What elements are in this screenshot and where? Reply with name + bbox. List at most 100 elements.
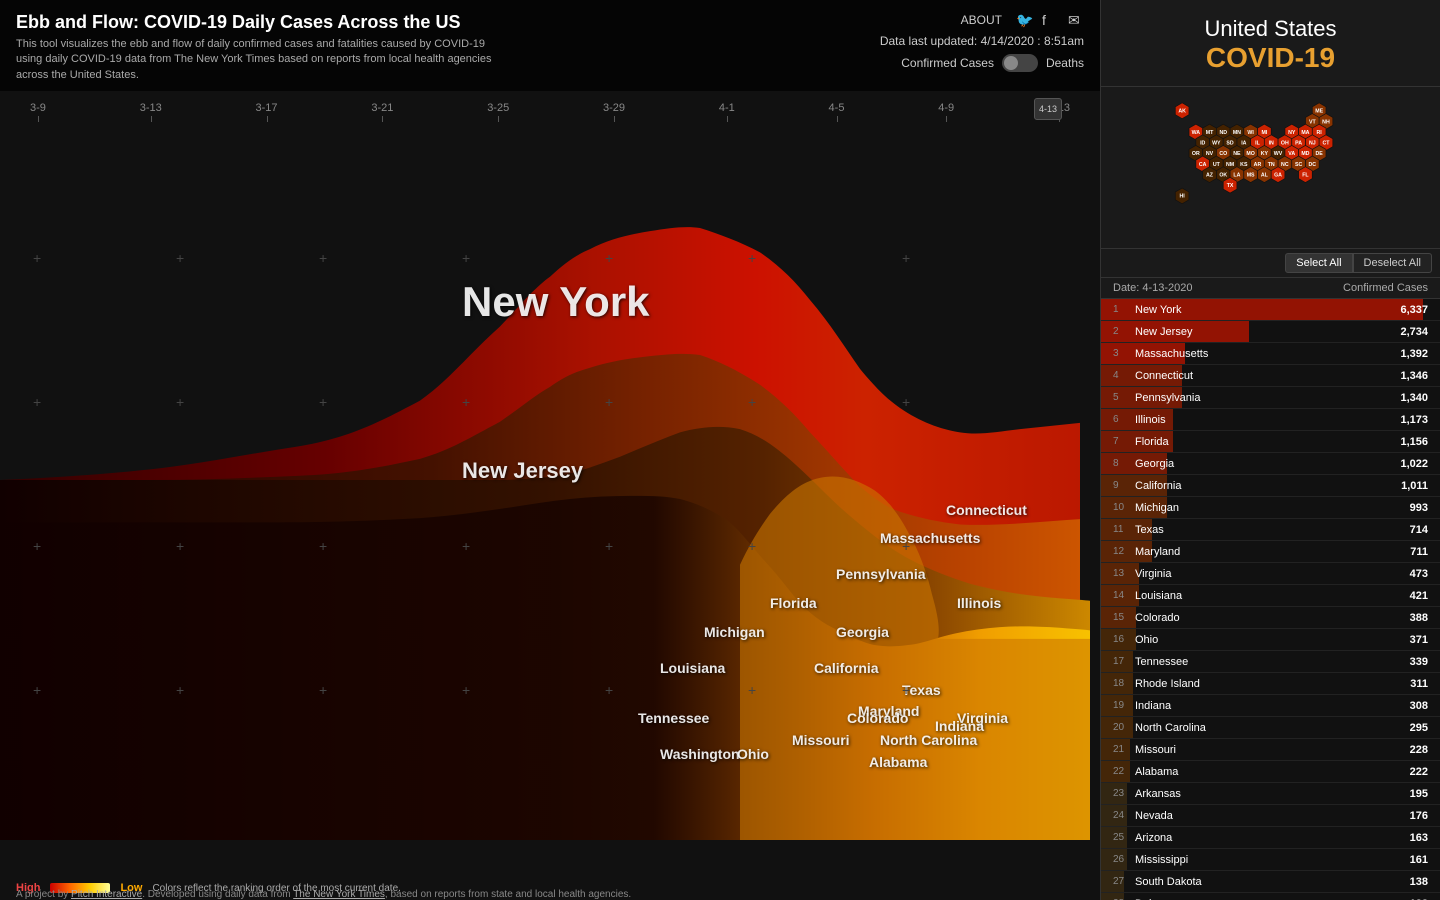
table-row[interactable]: 20North Carolina295 — [1101, 717, 1440, 739]
state-count: 388 — [1410, 612, 1428, 624]
hex-cell-hi[interactable]: HI — [1175, 188, 1189, 204]
timeline-label: 4-1 — [719, 102, 735, 114]
state-count: 163 — [1410, 832, 1428, 844]
chart-svg — [0, 120, 1100, 840]
state-count: 195 — [1410, 788, 1428, 800]
state-name: Florida — [1135, 436, 1400, 448]
table-row[interactable]: 5Pennsylvania1,340 — [1101, 387, 1440, 409]
state-name: Indiana — [1135, 700, 1410, 712]
state-rank: 11 — [1113, 524, 1135, 535]
hex-cell-az[interactable]: AZ — [1203, 167, 1217, 183]
table-row[interactable]: 9California1,011 — [1101, 475, 1440, 497]
state-rank: 9 — [1113, 480, 1135, 491]
deselect-all-button[interactable]: Deselect All — [1353, 253, 1432, 273]
state-rank: 20 — [1113, 722, 1135, 733]
chart-area: New York New Jersey Connecticut Massachu… — [0, 120, 1100, 840]
hex-cell-ak[interactable]: AK — [1175, 103, 1189, 119]
state-name: Tennessee — [1135, 656, 1410, 668]
select-buttons-row: Select All Deselect All — [1101, 249, 1440, 278]
timeline-label: 4-5 — [829, 102, 845, 114]
state-count: 993 — [1410, 502, 1428, 514]
deaths-toggle[interactable] — [1002, 54, 1038, 72]
state-count: 1,346 — [1400, 370, 1428, 382]
table-row[interactable]: 19Indiana308 — [1101, 695, 1440, 717]
state-count: 371 — [1410, 634, 1428, 646]
pitch-interactive-link[interactable]: Pitch Interactive — [71, 889, 142, 900]
state-rank: 22 — [1113, 766, 1135, 777]
attribution-middle: . Developed using daily data from — [142, 889, 293, 900]
table-row[interactable]: 3Massachusetts1,392 — [1101, 343, 1440, 365]
table-row[interactable]: 15Colorado388 — [1101, 607, 1440, 629]
sidebar: United States COVID-19 AKMEVTNHWAMTNDMNW… — [1100, 0, 1440, 900]
table-row[interactable]: 21Missouri228 — [1101, 739, 1440, 761]
table-row[interactable]: 14Louisiana421 — [1101, 585, 1440, 607]
state-count: 1,392 — [1400, 348, 1428, 360]
select-all-button[interactable]: Select All — [1285, 253, 1352, 273]
playhead[interactable]: 4-13 — [1034, 98, 1062, 120]
state-name: Colorado — [1135, 612, 1410, 624]
state-name: Rhode Island — [1135, 678, 1410, 690]
table-row[interactable]: 24Nevada176 — [1101, 805, 1440, 827]
state-count: 1,022 — [1400, 458, 1428, 470]
state-name: Maryland — [1135, 546, 1410, 558]
hex-cell-tx[interactable]: TX — [1223, 177, 1237, 193]
table-row[interactable]: 12Maryland711 — [1101, 541, 1440, 563]
timeline-label: 3-13 — [140, 102, 162, 114]
table-row[interactable]: 6Illinois1,173 — [1101, 409, 1440, 431]
facebook-icon[interactable]: f — [1042, 12, 1058, 28]
data-updated-label: Data last updated: 4/14/2020 : 8:51am — [880, 34, 1084, 48]
table-row[interactable]: 26Mississippi161 — [1101, 849, 1440, 871]
hex-cell-ms[interactable]: MS — [1244, 167, 1258, 183]
table-row[interactable]: 17Tennessee339 — [1101, 651, 1440, 673]
state-count: 1,011 — [1401, 480, 1428, 492]
hex-cell-fl[interactable]: FL — [1299, 167, 1313, 183]
table-row[interactable]: 13Virginia473 — [1101, 563, 1440, 585]
table-row[interactable]: 7Florida1,156 — [1101, 431, 1440, 453]
table-header: Date: 4-13-2020 Confirmed Cases — [1101, 278, 1440, 299]
table-row[interactable]: 18Rhode Island311 — [1101, 673, 1440, 695]
table-row[interactable]: 28Delaware138 — [1101, 893, 1440, 900]
table-row[interactable]: 10Michigan993 — [1101, 497, 1440, 519]
state-rank: 26 — [1113, 854, 1135, 865]
timeline-label: 4-9 — [938, 102, 954, 114]
timeline: 3-93-133-173-213-253-294-14-54-94-13 — [0, 88, 1100, 128]
state-count: 711 — [1410, 546, 1428, 558]
states-table[interactable]: 1New York6,3372New Jersey2,7343Massachus… — [1101, 299, 1440, 900]
hex-cell-ga[interactable]: GA — [1271, 167, 1285, 183]
sidebar-covid-subtitle: COVID-19 — [1117, 42, 1424, 74]
state-rank: 17 — [1113, 656, 1135, 667]
state-rank: 27 — [1113, 876, 1135, 887]
state-name: Arizona — [1135, 832, 1410, 844]
state-count: 222 — [1410, 766, 1428, 778]
sidebar-country-title: United States — [1117, 16, 1424, 42]
state-rank: 14 — [1113, 590, 1135, 601]
attribution: A project by Pitch Interactive. Develope… — [16, 889, 631, 900]
nyt-link[interactable]: The New York Times — [293, 889, 385, 900]
state-name: Texas — [1135, 524, 1410, 536]
sidebar-header: United States COVID-19 — [1101, 0, 1440, 87]
table-row[interactable]: 2New Jersey2,734 — [1101, 321, 1440, 343]
email-icon[interactable]: ✉ — [1068, 12, 1084, 28]
state-rank: 23 — [1113, 788, 1135, 799]
table-cases-label: Confirmed Cases — [1343, 282, 1428, 294]
table-row[interactable]: 1New York6,337 — [1101, 299, 1440, 321]
attribution-prefix: A project by — [16, 889, 71, 900]
about-link[interactable]: ABOUT — [961, 13, 1002, 27]
state-name: Missouri — [1135, 744, 1410, 756]
state-rank: 2 — [1113, 326, 1135, 337]
twitter-icon[interactable]: 🐦 — [1016, 12, 1032, 28]
table-row[interactable]: 25Arizona163 — [1101, 827, 1440, 849]
state-count: 311 — [1410, 678, 1428, 690]
timeline-label: 3-29 — [603, 102, 625, 114]
table-row[interactable]: 11Texas714 — [1101, 519, 1440, 541]
state-count: 295 — [1410, 722, 1428, 734]
table-row[interactable]: 22Alabama222 — [1101, 761, 1440, 783]
table-row[interactable]: 16Ohio371 — [1101, 629, 1440, 651]
table-row[interactable]: 27South Dakota138 — [1101, 871, 1440, 893]
table-row[interactable]: 8Georgia1,022 — [1101, 453, 1440, 475]
state-name: New York — [1135, 304, 1400, 316]
table-row[interactable]: 23Arkansas195 — [1101, 783, 1440, 805]
hex-cell-al[interactable]: AL — [1258, 167, 1272, 183]
state-name: Ohio — [1135, 634, 1410, 646]
table-row[interactable]: 4Connecticut1,346 — [1101, 365, 1440, 387]
